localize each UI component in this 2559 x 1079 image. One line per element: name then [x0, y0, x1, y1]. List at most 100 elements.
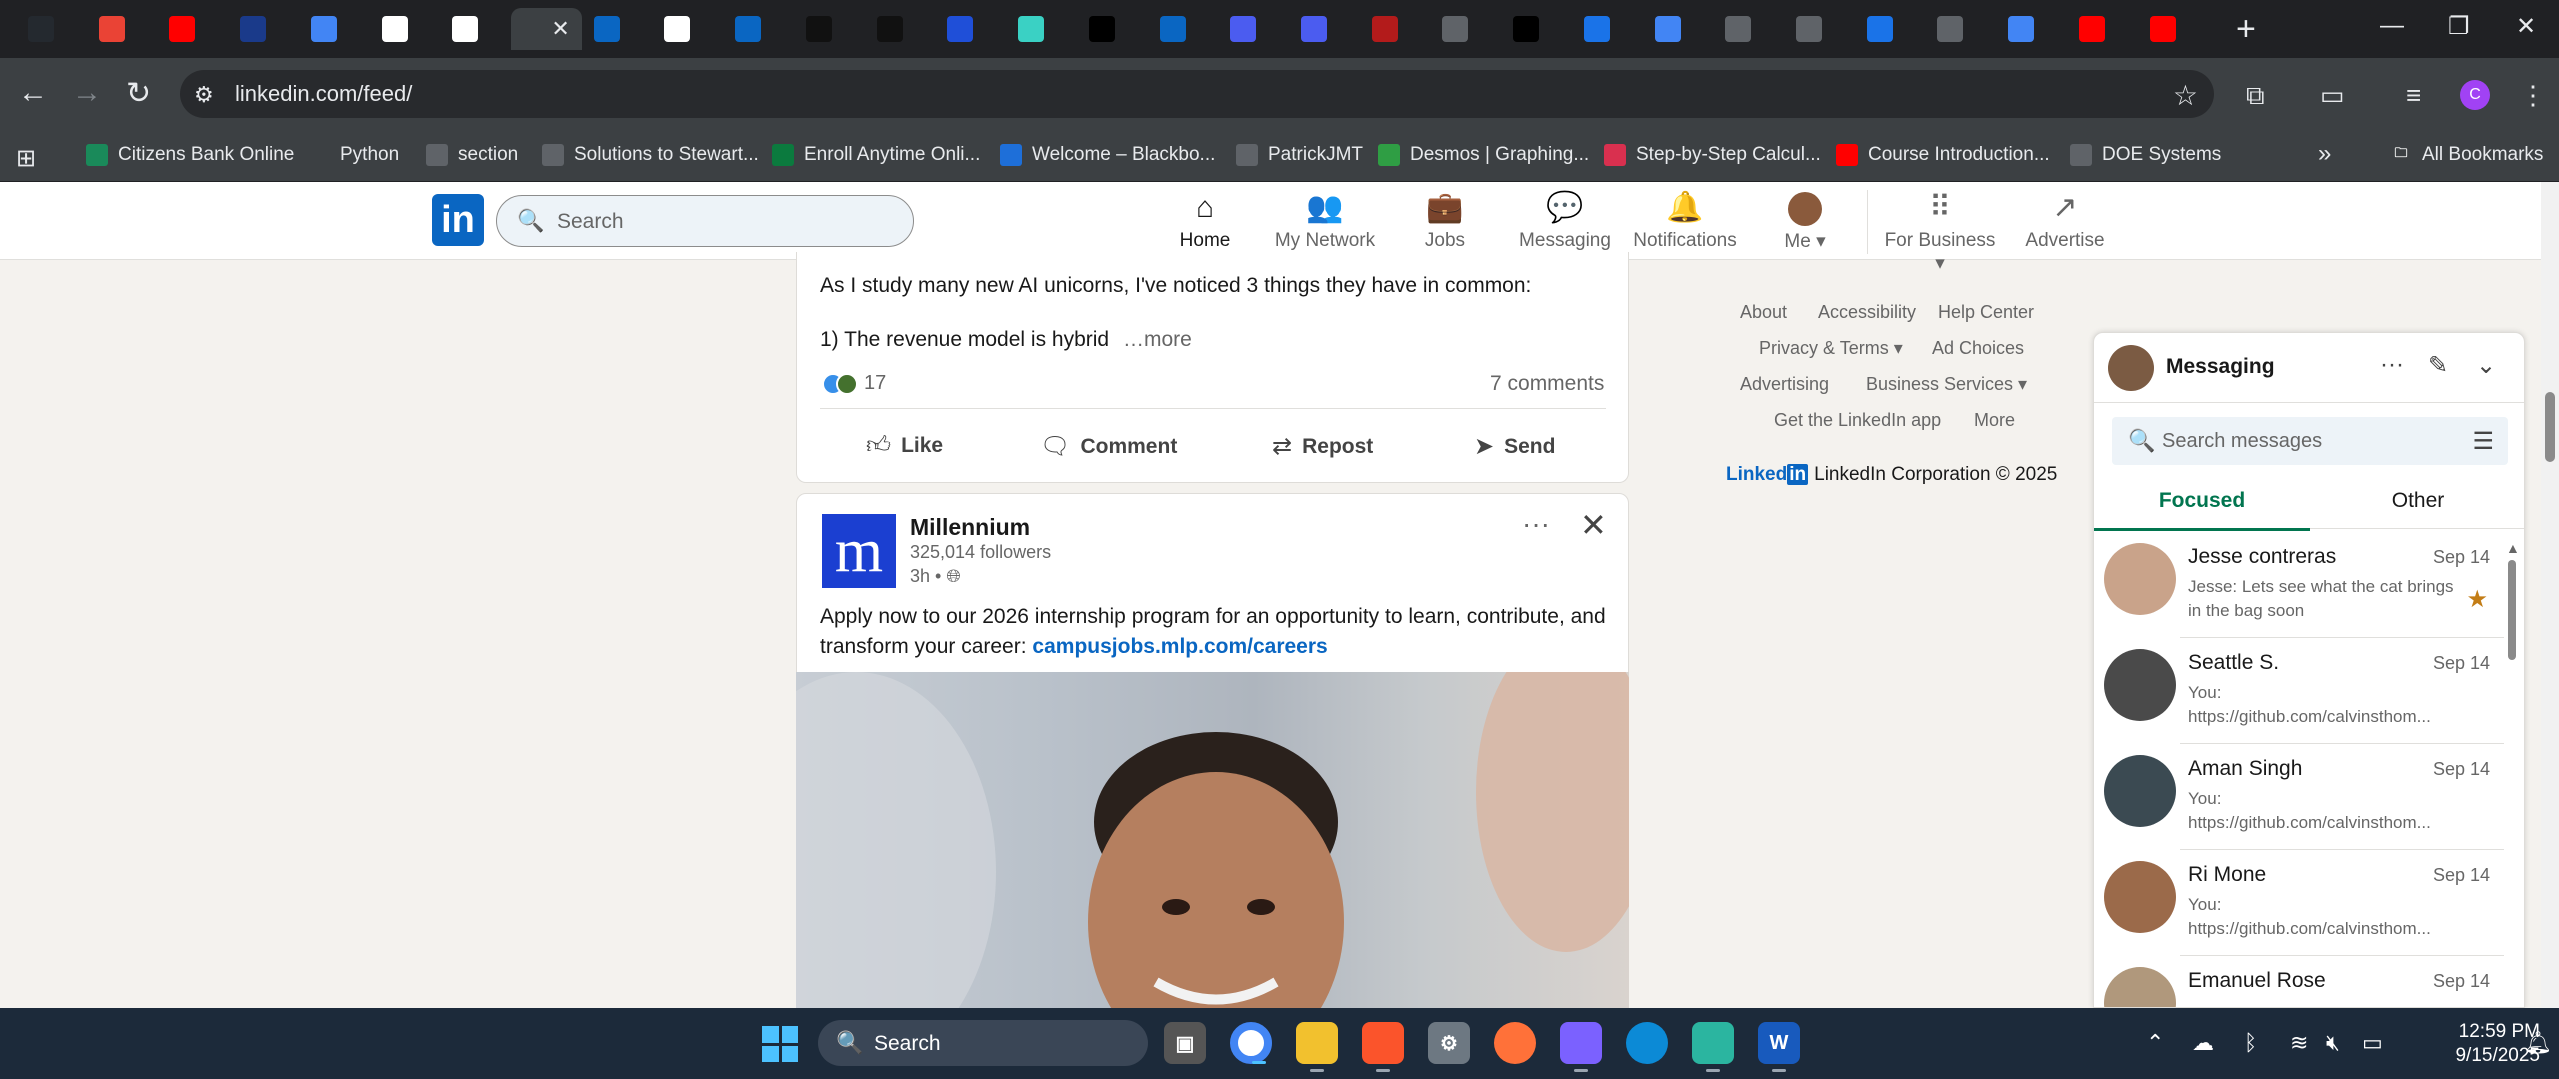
extensions-icon[interactable]: ⧉ — [2246, 80, 2265, 112]
browser-tab[interactable] — [1572, 8, 1643, 50]
battery-icon[interactable]: ▭ — [2362, 1030, 2383, 1056]
chrome-icon[interactable] — [1230, 1022, 1272, 1064]
nav-briefcase[interactable]: 💼 Jobs — [1385, 190, 1505, 260]
file-explorer-icon[interactable] — [1296, 1022, 1338, 1072]
conversation-item[interactable]: Aman Singh Sep 14 You: https://github.com/c… — [2094, 745, 2504, 850]
url-text[interactable]: linkedin.com/feed/ — [235, 81, 412, 107]
footer-link[interactable]: Help Center — [1938, 302, 2034, 323]
browser-tab[interactable] — [582, 8, 653, 50]
bookmark-item[interactable]: Course Introduction... — [1836, 144, 2050, 166]
dismiss-post-button[interactable]: ✕ — [1580, 506, 1607, 544]
volume-icon[interactable]: 🔇︎ — [2326, 1030, 2340, 1056]
browser-tab[interactable] — [1501, 8, 1572, 50]
browser-tab[interactable] — [370, 8, 441, 50]
tab-other[interactable]: Other — [2310, 489, 2524, 513]
conversation-item[interactable]: Seattle S. Sep 14 You: https://github.com/c… — [2094, 639, 2504, 744]
footer-link[interactable]: Get the LinkedIn app — [1774, 410, 1941, 431]
nav-advertise[interactable]: ↗ Advertise — [2005, 190, 2125, 260]
page-scrollbar[interactable] — [2541, 182, 2559, 1008]
compose-icon[interactable]: ✎ — [2428, 351, 2448, 380]
notifications-icon[interactable]: 🔔︎ — [2524, 1030, 2552, 1056]
nav-network[interactable]: 👥 My Network — [1265, 190, 1385, 260]
browser-tab[interactable] — [1148, 8, 1219, 50]
star-icon[interactable]: ☆ — [2173, 79, 2198, 112]
windows-start-button[interactable] — [762, 1026, 798, 1062]
footer-link[interactable]: Privacy & Terms ▾ — [1759, 338, 1903, 359]
browser-tab[interactable] — [723, 8, 794, 50]
browser-tab[interactable] — [1360, 8, 1431, 50]
bluetooth-icon[interactable]: ᛒ — [2244, 1030, 2257, 1056]
media-icon[interactable]: ≡ — [2406, 80, 2421, 111]
search-input[interactable]: Search — [557, 210, 624, 234]
message-search-input[interactable]: Search messages — [2162, 430, 2322, 453]
nav-avatar[interactable]: Me ▾ — [1745, 190, 1865, 260]
site-info-icon[interactable]: ⚙ — [194, 82, 214, 108]
browser-tab[interactable] — [1996, 8, 2067, 50]
browser-tab[interactable] — [1218, 8, 1289, 50]
star-icon[interactable]: ★ — [2466, 585, 2488, 614]
bookmark-item[interactable]: Desmos | Graphing... — [1378, 144, 1589, 166]
maximize-button[interactable]: ❐ — [2448, 12, 2470, 41]
bookmark-item[interactable]: Solutions to Stewart... — [542, 144, 759, 166]
scrollbar-thumb[interactable] — [2508, 560, 2516, 660]
nav-grid[interactable]: ⠿ For Business ▾ — [1880, 190, 2000, 274]
browser-tab[interactable] — [1077, 8, 1148, 50]
profile-avatar[interactable]: C — [2460, 80, 2490, 110]
browser-tab[interactable]: ✕ — [511, 8, 582, 50]
menu-icon[interactable]: ⋮ — [2520, 80, 2546, 111]
close-window-button[interactable]: ✕ — [2516, 12, 2536, 41]
cast-icon[interactable]: ▭ — [2320, 80, 2345, 111]
post-link[interactable]: campusjobs.mlp.com/careers — [1032, 635, 1327, 658]
linkedin-logo[interactable]: in — [432, 194, 484, 246]
footer-link[interactable]: Advertising — [1740, 374, 1829, 395]
close-tab-icon[interactable]: ✕ — [551, 16, 569, 42]
post-image[interactable] — [796, 672, 1629, 1008]
browser-tab[interactable] — [865, 8, 936, 50]
company-logo[interactable]: m — [822, 514, 896, 588]
bookmark-item[interactable]: DOE Systems — [2070, 144, 2221, 166]
footer-link[interactable]: More — [1974, 410, 2015, 431]
browser-tab[interactable] — [87, 8, 158, 50]
conversation-item[interactable]: Emanuel Rose Sep 14 — [2094, 957, 2504, 1007]
messaging-scrollbar[interactable]: ▲ — [2506, 540, 2520, 1008]
post-author[interactable]: Millennium — [910, 514, 1030, 541]
tab-focused[interactable]: Focused — [2094, 489, 2310, 531]
browser-tab[interactable] — [1430, 8, 1501, 50]
firefox-icon[interactable] — [1494, 1022, 1536, 1064]
post-menu-button[interactable]: ··· — [1522, 508, 1550, 540]
task-view-icon[interactable]: ▣ — [1164, 1022, 1206, 1064]
word-icon[interactable]: W — [1758, 1022, 1800, 1072]
scroll-up-icon[interactable]: ▲ — [2506, 540, 2520, 556]
repost-button[interactable]: ⇄ Repost — [1272, 432, 1373, 461]
apps-icon[interactable]: ⊞ — [16, 144, 36, 173]
address-bar[interactable]: ⚙ linkedin.com/feed/ ☆ — [180, 70, 2214, 118]
bookmark-item[interactable]: Welcome – Blackbo... — [1000, 144, 1215, 166]
bookmark-item[interactable]: Enroll Anytime Onli... — [772, 144, 980, 166]
bookmark-item[interactable]: Python — [308, 144, 399, 166]
browser-tab[interactable] — [652, 8, 723, 50]
browser-tab[interactable] — [935, 8, 1006, 50]
new-tab-button[interactable]: + — [2236, 12, 2256, 46]
conversation-item[interactable]: Ri Mone Sep 14 You: https://github.com/calv… — [2094, 851, 2504, 956]
see-more-link[interactable]: …more — [1123, 328, 1192, 351]
bookmark-item[interactable]: Step-by-Step Calcul... — [1604, 144, 1821, 166]
browser-tab[interactable] — [1006, 8, 1077, 50]
forward-icon[interactable]: → — [72, 76, 102, 110]
browser-tab[interactable] — [794, 8, 865, 50]
reactions-summary[interactable]: 17 — [822, 372, 886, 395]
nav-home[interactable]: ⌂ Home — [1145, 190, 1265, 260]
footer-link[interactable]: Accessibility — [1818, 302, 1916, 323]
message-search[interactable]: 🔍 Search messages ☰ — [2112, 417, 2508, 465]
browser-tab[interactable] — [1289, 8, 1360, 50]
minimize-button[interactable]: — — [2380, 12, 2404, 40]
footer-link[interactable]: About — [1740, 302, 1787, 323]
browser-tab[interactable] — [299, 8, 370, 50]
chevron-up-icon[interactable]: ⌃ — [2146, 1030, 2164, 1056]
browser-tab[interactable] — [1713, 8, 1784, 50]
conversation-item[interactable]: Jesse contreras Sep 14 Jesse: Lets see wha… — [2094, 533, 2504, 638]
like-button[interactable]: 👍︎ Like — [866, 432, 943, 460]
reload-icon[interactable]: ↻ — [126, 76, 151, 111]
browser-tab[interactable] — [1784, 8, 1855, 50]
wifi-icon[interactable]: ≋ — [2290, 1030, 2308, 1056]
edge-icon[interactable] — [1626, 1022, 1668, 1064]
